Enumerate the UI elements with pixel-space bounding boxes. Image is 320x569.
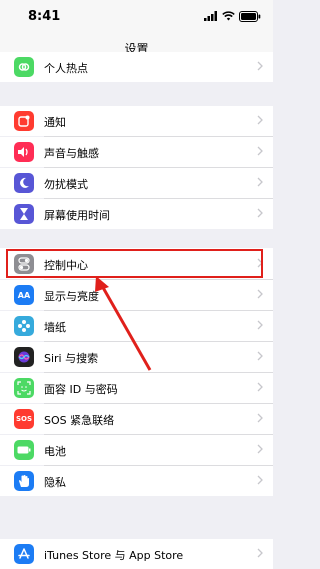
- battery-status-icon: [239, 10, 261, 22]
- chevron-right-icon: [257, 382, 263, 392]
- settings-row-label: 声音与触感: [44, 147, 99, 160]
- settings-row-sound[interactable]: 声音与触感: [0, 137, 273, 167]
- chevron-right-icon: [257, 289, 263, 299]
- chevron-right-icon: [257, 351, 263, 361]
- status-bar: 8:41: [0, 0, 273, 30]
- display-icon: AA: [14, 285, 34, 305]
- sos-icon: SOS: [14, 409, 34, 429]
- hotspot-icon: [14, 57, 34, 77]
- chevron-right-icon: [257, 320, 263, 330]
- settings-row-label: Siri 与搜索: [44, 352, 99, 365]
- settings-row-face-id[interactable]: 面容 ID 与密码: [0, 373, 273, 403]
- faceid-icon: [14, 378, 34, 398]
- status-time: 8:41: [28, 9, 61, 24]
- notifications-icon: [14, 111, 34, 131]
- display-icon-glyph: AA: [17, 290, 31, 300]
- appstore-icon: [14, 544, 34, 564]
- signal-icon: [204, 11, 217, 21]
- chevron-right-icon: [257, 208, 263, 218]
- settings-row-do-not-disturb[interactable]: 勿扰模式: [0, 168, 273, 198]
- settings-row-privacy[interactable]: 隐私: [0, 466, 273, 496]
- settings-row-label: 勿扰模式: [44, 178, 88, 191]
- sound-icon: [14, 142, 34, 162]
- settings-row-label: 通知: [44, 116, 66, 129]
- highlight-box: [6, 249, 263, 278]
- chevron-right-icon: [257, 177, 263, 187]
- settings-row-label: 屏幕使用时间: [44, 209, 110, 222]
- settings-row-display[interactable]: AA 显示与亮度: [0, 280, 273, 310]
- settings-row-label: 个人热点: [44, 62, 88, 75]
- settings-row-label: 墙纸: [44, 321, 66, 334]
- settings-row-hotspot[interactable]: 个人热点: [0, 52, 273, 82]
- siri-icon: [14, 347, 34, 367]
- moon-icon: [14, 173, 34, 193]
- battery-icon: [14, 440, 34, 460]
- chevron-right-icon: [257, 444, 263, 454]
- chevron-right-icon: [257, 61, 263, 71]
- settings-row-label: iTunes Store 与 App Store: [44, 549, 184, 562]
- settings-row-siri[interactable]: Siri 与搜索: [0, 342, 273, 372]
- chevron-right-icon: [257, 413, 263, 423]
- sos-icon-glyph: SOS: [15, 415, 33, 423]
- hourglass-icon: [14, 204, 34, 224]
- settings-row-label: 显示与亮度: [44, 290, 99, 303]
- settings-row-app-store[interactable]: iTunes Store 与 App Store: [0, 539, 273, 569]
- settings-row-wallpaper[interactable]: 墙纸: [0, 311, 273, 341]
- chevron-right-icon: [257, 146, 263, 156]
- chevron-right-icon: [257, 475, 263, 485]
- settings-row-label: 面容 ID 与密码: [44, 383, 118, 396]
- settings-row-label: SOS 紧急联络: [44, 414, 115, 427]
- settings-row-label: 电池: [44, 445, 66, 458]
- wallpaper-icon: [14, 316, 34, 336]
- chevron-right-icon: [257, 548, 263, 558]
- hand-icon: [14, 471, 34, 491]
- wifi-icon: [222, 11, 235, 21]
- settings-row-notifications[interactable]: 通知: [0, 106, 273, 136]
- status-icons: [204, 10, 261, 22]
- settings-row-label: 隐私: [44, 476, 66, 489]
- chevron-right-icon: [257, 115, 263, 125]
- settings-row-battery[interactable]: 电池: [0, 435, 273, 465]
- settings-row-sos[interactable]: SOS SOS 紧急联络: [0, 404, 273, 434]
- settings-row-screen-time[interactable]: 屏幕使用时间: [0, 199, 273, 229]
